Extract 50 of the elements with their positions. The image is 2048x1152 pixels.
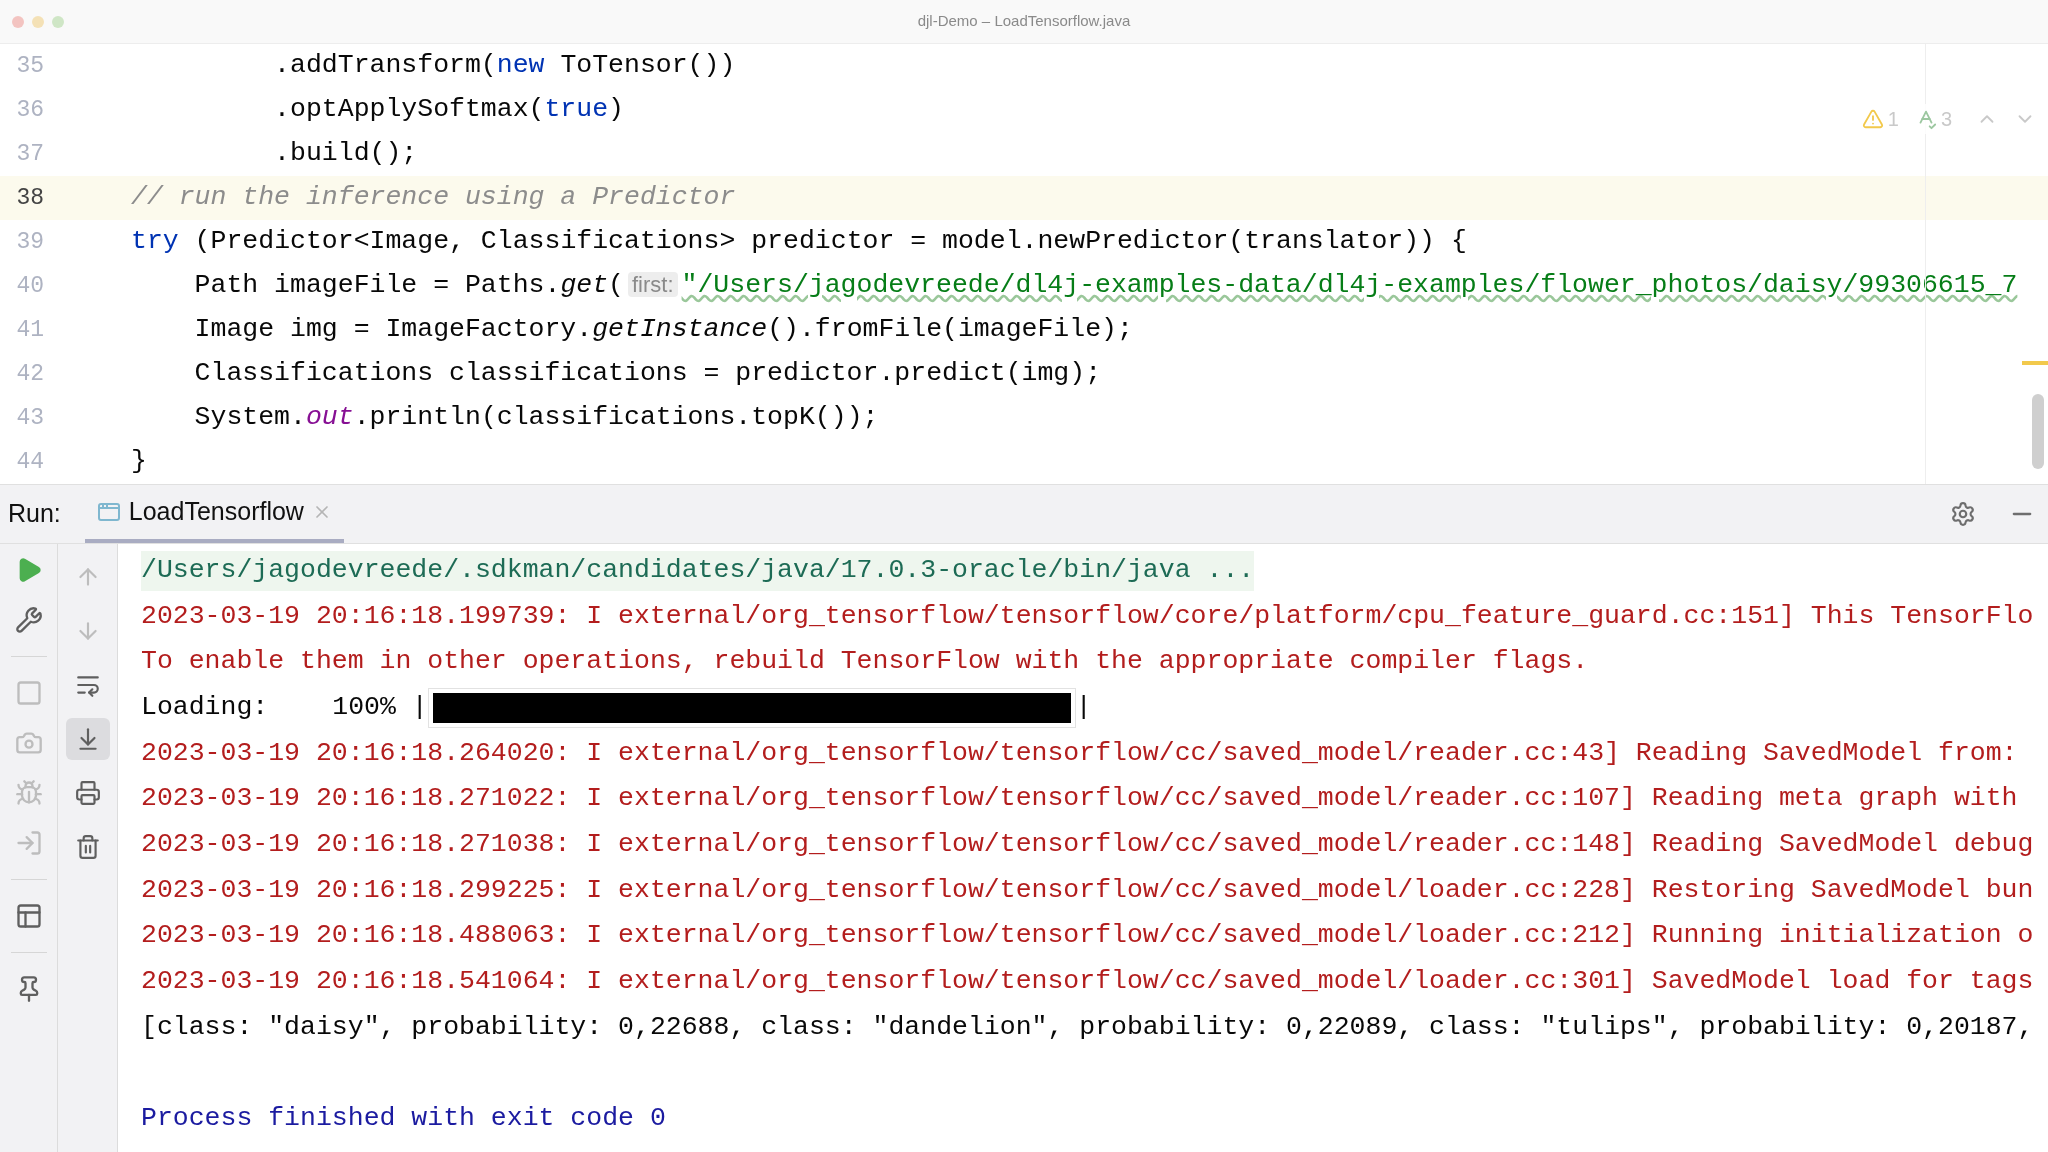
line-number: 43 — [15, 403, 44, 433]
print-icon — [74, 780, 101, 806]
code-line: // run the inference using a Predictor — [131, 181, 736, 215]
code-line: .addTransform(new ToTensor()) — [273, 49, 736, 83]
window-title: djl-Demo – LoadTensorflow.java — [917, 11, 1131, 32]
console-line: 2023-03-19 20:16:18.271022: I external/org_tensorflow/tensorflow/cc/saved_model/reader.cc:107] Reading meta graph with — [141, 782, 2018, 816]
console-line: 2023-03-19 20:16:18.264020: I external/org_tensorflow/tensorflow/cc/saved_model/reader.cc:43] Reading SavedModel from: — [141, 736, 2018, 770]
code-line: .optApplySoftmax(true) — [273, 93, 624, 127]
code-line: .build(); — [273, 137, 418, 171]
code-line: try (Predictor<Image, Classifications> predictor = model.newPredictor(translator)) { — [131, 225, 1467, 259]
bar-edge: | — [1075, 691, 1092, 725]
line-number: 38 — [15, 183, 44, 213]
minimize-window-icon[interactable] — [32, 15, 44, 28]
code-line: Classifications classifications = predictor.predict(img); — [193, 357, 1102, 391]
console-line: Process finished with exit code 0 — [141, 1102, 666, 1136]
line-number: 40 — [15, 271, 44, 301]
line-number: 37 — [15, 139, 44, 169]
code-line: } — [131, 445, 147, 479]
line-number: 44 — [15, 447, 44, 477]
console-line: 2023-03-19 20:16:18.271038: I external/org_tensorflow/tensorflow/cc/saved_model/reader.cc:148] Reading SavedModel debug — [141, 828, 2034, 862]
code-line: Path imageFile = Paths.get( first: "/Users/jagodevreede/dl4j-examples-data/dl4j-examples/flower_photos/daisy/99306615_7 — [193, 269, 2018, 303]
wrench-icon[interactable] — [14, 606, 43, 634]
close-window-icon[interactable] — [12, 15, 24, 28]
scroll-to-end-button[interactable] — [65, 718, 110, 760]
scrollbar-thumb[interactable] — [2032, 394, 2044, 469]
window-icon — [96, 500, 121, 524]
progress-reading: 100% — [332, 691, 396, 725]
run-label: Run: — [8, 498, 61, 530]
run-tab[interactable]: LoadTensorflow — [84, 485, 344, 543]
line-number: 39 — [15, 227, 44, 257]
console-line: 2023-03-19 20:16:18.199739: I external/org_tensorflow/tensorflow/core/platform/cpu_feature_guard.cc:151] This TensorFlo — [141, 599, 2034, 633]
console-line: 2023-03-19 20:16:18.299225: I external/org_tensorflow/tensorflow/cc/saved_model/loader.cc:228] Restoring SavedModel bun — [141, 873, 2034, 907]
line-number: 35 — [15, 51, 44, 81]
warning-marker[interactable] — [2022, 361, 2048, 365]
warning-icon[interactable] — [1861, 108, 1884, 130]
code-line: Image img = ImageFactory.getInstance().fromFile(imageFile); — [193, 313, 1133, 347]
line-number: 41 — [15, 315, 44, 345]
code-line: System.out.println(classifications.topK()); — [193, 401, 879, 435]
maximize-window-icon[interactable] — [52, 15, 64, 28]
line-number: 42 — [15, 359, 44, 389]
console-line: To enable them in other operations, rebuild TensorFlow with the appropriate compiler flags. — [141, 645, 1589, 679]
bar-edge: | — [411, 691, 428, 725]
console-line: [class: "daisy", probability: 0,22688, class: "dandelion", probability: 0,22089, class: "tulips", probability: 0,20187, — [141, 1010, 2034, 1044]
layout-icon[interactable] — [14, 902, 43, 930]
console-line: 2023-03-19 20:16:18.488063: I external/org_tensorflow/tensorflow/cc/saved_model/loader.cc:212] Running initialization o — [141, 919, 2034, 953]
progress-label: Loading: — [141, 691, 269, 725]
line-number: 36 — [15, 95, 44, 125]
settings-icon[interactable] — [1950, 501, 1976, 527]
console-line: 2023-03-19 20:16:18.541064: I external/org_tensorflow/tensorflow/cc/saved_model/loader.cc:301] SavedModel load for tags — [141, 965, 2034, 999]
trash-icon — [74, 834, 101, 860]
